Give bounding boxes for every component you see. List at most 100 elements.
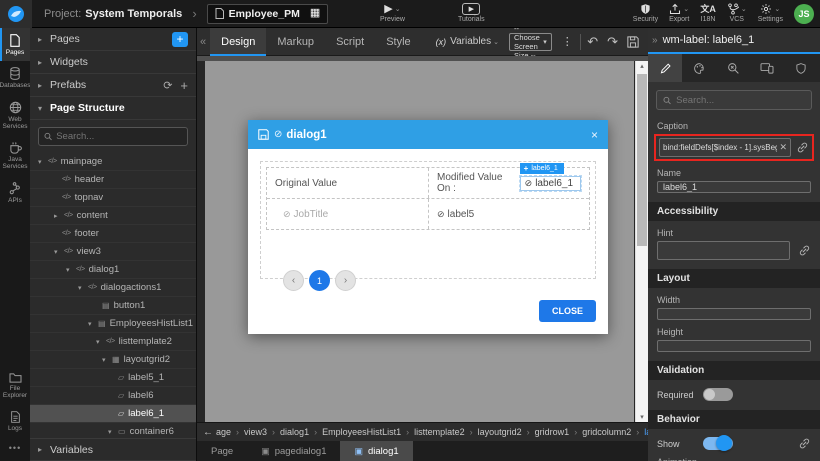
list-widget[interactable]: Original Value Modified Value On : +labe… [260, 161, 596, 279]
show-toggle[interactable] [703, 437, 733, 450]
required-toggle[interactable] [703, 388, 733, 401]
label5-widget[interactable]: ⊘ label5 [428, 199, 589, 229]
properties-search[interactable] [656, 90, 812, 110]
pagination-prev-button[interactable]: ‹ [283, 270, 304, 291]
tree-item-header[interactable]: </>header [30, 171, 196, 189]
tree-item-listtemplate2[interactable]: ▾</>listtemplate2 [30, 333, 196, 351]
settings-button[interactable]: ⌄ Settings [758, 2, 783, 23]
tree-item-footer[interactable]: </>footer [30, 225, 196, 243]
search-input[interactable] [56, 131, 182, 142]
sidebar-item-apis[interactable]: APIs [0, 176, 30, 209]
tab-style[interactable]: Style [375, 28, 421, 56]
redo-icon[interactable]: ↷ [607, 35, 618, 48]
export-button[interactable]: ⌄ Export [669, 2, 689, 23]
name-input[interactable] [657, 181, 811, 193]
tree-item-view3[interactable]: ▾</>view3 [30, 243, 196, 261]
variables-section-header[interactable]: ▸ Variables [30, 438, 196, 461]
sidebar-item-databases[interactable]: Databases [0, 61, 30, 94]
add-page-button[interactable] [172, 32, 188, 47]
breadcrumb-back-icon[interactable]: ← [203, 427, 213, 438]
breadcrumb-item-gridcolumn2[interactable]: gridcolumn2 [582, 427, 644, 437]
tab-page[interactable]: Page [197, 441, 247, 461]
tab-design[interactable]: Design [210, 28, 266, 56]
tab-security[interactable] [784, 54, 818, 82]
sidebar-item-web-services[interactable]: Web Services [0, 95, 30, 136]
preview-button[interactable]: ▶⌄ Preview [380, 2, 405, 23]
tab-properties[interactable] [648, 54, 682, 82]
tree-item-layoutgrid2[interactable]: ▾▦layoutgrid2 [30, 351, 196, 369]
tree-item-dialogactions1[interactable]: ▾</>dialogactions1 [30, 279, 196, 297]
tab-pagedialog1[interactable]: ▣pagedialog1 [247, 441, 340, 461]
layout-grid[interactable]: Original Value Modified Value On : +labe… [266, 167, 590, 230]
jobtitle-label-widget[interactable]: ⊘ JobTitle [267, 199, 428, 229]
tree-item-content[interactable]: ▸</>content [30, 207, 196, 225]
page-selector[interactable]: Employee_PM ▦ [207, 4, 329, 24]
caption-input-wrap[interactable]: ✕ [659, 138, 791, 157]
search-input[interactable] [676, 95, 805, 106]
chevron-down-icon[interactable]: ▾ [102, 356, 112, 364]
dialog-header[interactable]: ⊘ dialog1 × [248, 120, 608, 149]
selected-widget-label6_1[interactable]: +label6_1 ⊘label6_1 [520, 176, 581, 191]
tree-item-container6[interactable]: ▾▭container6 [30, 423, 196, 438]
widgets-section-header[interactable]: ▸ Widgets [30, 51, 196, 74]
tab-devices[interactable] [750, 54, 784, 82]
more-options-icon[interactable]: ••• [0, 437, 30, 461]
collapse-left-panel-icon[interactable]: « [197, 36, 210, 48]
pagination-page-1[interactable]: 1 [309, 270, 330, 291]
add-prefab-button[interactable] [180, 78, 188, 93]
user-avatar[interactable]: JS [794, 4, 814, 24]
chevron-down-icon[interactable]: ▾ [108, 428, 118, 436]
sidebar-item-java-services[interactable]: Java Services [0, 136, 30, 176]
chevron-down-icon[interactable]: ▾ [38, 158, 48, 166]
app-logo[interactable] [0, 0, 32, 28]
chevron-down-icon[interactable]: ▾ [88, 320, 98, 328]
tab-dialog1[interactable]: ▣dialog1 [340, 441, 412, 461]
chevron-right-icon[interactable]: ▸ [54, 212, 64, 220]
more-actions-icon[interactable]: ⋮ [562, 35, 573, 48]
breadcrumb-item-layoutgrid2[interactable]: layoutgrid2 [478, 427, 535, 437]
tutorials-button[interactable]: ▶ Tutorials [458, 2, 485, 23]
scroll-up-icon[interactable]: ▴ [636, 62, 648, 70]
tree-item-label5_1[interactable]: ▱label5_1 [30, 369, 196, 387]
i18n-button[interactable]: 文A I18N [700, 2, 716, 23]
breadcrumb-item-employeeshistlist1[interactable]: EmployeesHistList1 [322, 427, 414, 437]
structure-search[interactable] [38, 127, 188, 146]
grid-cell-modified-value[interactable]: Modified Value On : +label6_1 ⊘label6_1 [428, 168, 589, 198]
chevron-down-icon[interactable]: ▾ [78, 284, 88, 292]
selection-badge[interactable]: +label6_1 [520, 163, 564, 174]
height-input[interactable] [657, 340, 811, 352]
design-canvas[interactable]: ⊘ dialog1 × Original Value [205, 61, 634, 422]
sidebar-item-pages[interactable]: Pages [0, 28, 30, 61]
tab-inspector[interactable] [716, 54, 750, 82]
tree-item-label6[interactable]: ▱label6 [30, 387, 196, 405]
tree-item-button1[interactable]: ▤button1 [30, 297, 196, 315]
chevron-down-icon[interactable]: ▾ [96, 338, 106, 346]
pagination-next-button[interactable]: › [335, 270, 356, 291]
width-input[interactable] [657, 308, 811, 320]
vcs-button[interactable]: ⌄ VCS [727, 2, 747, 23]
dialog-close-icon[interactable]: × [591, 128, 598, 142]
close-button[interactable]: CLOSE [539, 300, 596, 322]
breadcrumb-item-dialog1[interactable]: dialog1 [280, 427, 322, 437]
dialog1-widget[interactable]: ⊘ dialog1 × Original Value [248, 120, 608, 334]
tree-item-label6_1-selected[interactable]: ▱label6_1 [30, 405, 196, 423]
undo-icon[interactable]: ↶ [587, 35, 598, 48]
breadcrumb-item-page[interactable]: age [216, 427, 244, 437]
caption-input[interactable] [663, 143, 777, 152]
tree-item-employeeshistlist1[interactable]: ▾▤EmployeesHistList1 [30, 315, 196, 333]
scrollbar-thumb[interactable] [637, 74, 647, 246]
save-icon[interactable] [627, 36, 639, 48]
variables-menu[interactable]: (x) Variables ⌄ [436, 36, 499, 47]
tree-item-mainpage[interactable]: ▾</>mainpage [30, 153, 196, 171]
clear-binding-icon[interactable]: ✕ [779, 142, 787, 153]
page-grid-icon[interactable]: ▦ [310, 8, 320, 19]
tree-item-topnav[interactable]: </>topnav [30, 189, 196, 207]
grid-cell-original-value[interactable]: Original Value [267, 168, 428, 198]
breadcrumb-item-view3[interactable]: view3 [244, 427, 280, 437]
page-structure-section-header[interactable]: ▾ Page Structure [30, 97, 196, 120]
collapse-right-panel-icon[interactable]: » [652, 35, 658, 46]
bind-link-icon[interactable] [796, 141, 809, 154]
prefabs-section-header[interactable]: ▸ Prefabs [30, 74, 196, 97]
breadcrumb-item-gridrow1[interactable]: gridrow1 [535, 427, 583, 437]
chevron-down-icon[interactable]: ▾ [66, 266, 76, 274]
